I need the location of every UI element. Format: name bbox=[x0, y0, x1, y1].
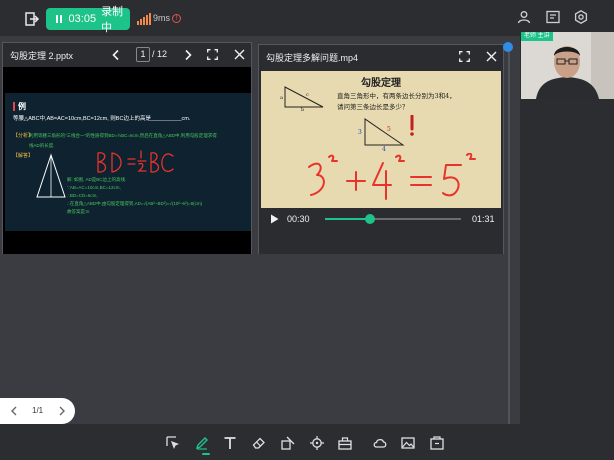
slide-question: 等腰△ABC中,AB=AC=10cm,BC=12cm, 则BC边上的高是____… bbox=[13, 116, 191, 122]
cloud-disk-icon[interactable] bbox=[373, 436, 387, 450]
progress-fill bbox=[325, 218, 370, 220]
recording-label: 录制中 bbox=[101, 6, 124, 34]
fullscreen-icon[interactable] bbox=[207, 49, 218, 60]
handwriting-annotation bbox=[97, 150, 174, 173]
user-icon[interactable] bbox=[517, 10, 531, 24]
recording-time: 03:05 bbox=[68, 13, 97, 25]
triangle-figure-abc: a b c bbox=[280, 86, 324, 111]
solution-line-5: 故答案是:8. bbox=[67, 209, 91, 214]
ppt-window[interactable]: 勾股定理 2.pptx 1 / 12 例 等腰△ABC中,AB=AC=10cm,… bbox=[2, 42, 252, 254]
video-controls: 00:30 01:31 bbox=[259, 208, 503, 230]
recording-indicator[interactable]: 03:05 录制中 bbox=[46, 6, 130, 34]
camera-feed bbox=[521, 32, 614, 99]
message-icon[interactable] bbox=[546, 10, 560, 24]
close-icon[interactable] bbox=[234, 49, 245, 60]
label-3: 3 bbox=[358, 129, 362, 136]
tool-bar bbox=[0, 424, 614, 460]
top-bar: 03:05 录制中 9ms ! bbox=[0, 0, 614, 36]
analysis-line-2: 线AD的长度. bbox=[29, 143, 55, 148]
board-pager: 1/1 bbox=[0, 398, 75, 424]
close-icon[interactable] bbox=[486, 51, 497, 62]
frame-line-2: 请问第三条边长是多少？ bbox=[337, 103, 409, 111]
label-a: a bbox=[280, 95, 283, 101]
next-page-icon[interactable] bbox=[183, 49, 193, 61]
fullscreen-icon[interactable] bbox=[459, 51, 470, 62]
label-5: 5 bbox=[387, 126, 391, 133]
settings-icon[interactable] bbox=[574, 10, 588, 24]
solution-line-4: ∴在直角△ABD中,由勾股定理得到,AD=√(AB²−BD²)=√(10²−6²… bbox=[67, 201, 203, 206]
active-tool-indicator bbox=[202, 453, 210, 455]
pen-tool-icon[interactable] bbox=[195, 436, 209, 450]
eraser-tool-icon[interactable] bbox=[252, 436, 266, 450]
shape-tool-icon[interactable] bbox=[281, 436, 295, 450]
video-frame: 勾股定理 直角三角形中，有两条边长分别为3和4， 请问第三条边长是多少？ a b… bbox=[261, 71, 501, 208]
select-tool-icon[interactable] bbox=[166, 436, 180, 450]
heading-marker bbox=[13, 102, 15, 111]
solution-line-1: 解: 如图, AD是BC边上的高线. bbox=[67, 177, 127, 182]
toolbox-icon[interactable] bbox=[338, 436, 352, 450]
analysis-line-1: 利用等腰三角形的“三线合一”的性质得到BD=½BC=6cm,然后在直角△ABD中… bbox=[29, 133, 217, 138]
solution-line-3: ∴BD=CD=6cm, bbox=[67, 193, 98, 198]
label-4: 4 bbox=[382, 146, 386, 151]
warning-icon: ! bbox=[172, 14, 181, 23]
prev-page-icon[interactable] bbox=[111, 49, 121, 61]
triangle-figure-345: 3 4 5 bbox=[358, 118, 405, 151]
page-number-input[interactable]: 1 bbox=[136, 47, 150, 62]
pause-icon bbox=[54, 13, 65, 25]
progress-bar[interactable] bbox=[325, 218, 461, 220]
solution-tag: 【解答】 bbox=[13, 153, 34, 159]
ppt-title: 勾股定理 2.pptx bbox=[10, 51, 74, 61]
play-icon[interactable] bbox=[270, 214, 279, 224]
divider-handle[interactable] bbox=[503, 42, 513, 52]
video-title: 勾股定理多解问题.mp4 bbox=[266, 53, 359, 63]
camera-label: 老师 主讲 bbox=[521, 32, 553, 41]
board-page-text: 1/1 bbox=[32, 406, 44, 415]
image-icon[interactable] bbox=[401, 436, 415, 450]
frame-line-1: 直角三角形中，有两条边长分别为3和4， bbox=[337, 92, 456, 100]
latency-text: 9ms bbox=[153, 13, 171, 23]
duration-time: 01:31 bbox=[472, 214, 495, 224]
label-c: c bbox=[306, 92, 309, 98]
side-panel bbox=[520, 100, 614, 424]
page-total: / 12 bbox=[152, 49, 168, 59]
exclamation-mark bbox=[410, 115, 414, 136]
laser-pointer-icon[interactable] bbox=[310, 436, 324, 450]
text-tool-icon[interactable] bbox=[223, 436, 237, 450]
triangle-figure bbox=[36, 153, 66, 198]
video-window[interactable]: 勾股定理多解问题.mp4 勾股定理 直角三角形中，有两条边长分别为3和4， 请问… bbox=[258, 44, 504, 254]
slide-content: 例 等腰△ABC中,AB=AC=10cm,BC=12cm, 则BC边上的高是__… bbox=[5, 93, 251, 231]
courseware-icon[interactable] bbox=[430, 436, 444, 450]
exit-icon[interactable] bbox=[24, 11, 40, 27]
slide-heading: 例 bbox=[18, 102, 26, 111]
current-time: 00:30 bbox=[287, 214, 310, 224]
next-board-icon[interactable] bbox=[58, 406, 66, 416]
solution-line-2: ∵AB=AC=10cm,BC=12cm, bbox=[67, 185, 121, 190]
teacher-camera[interactable]: 老师 主讲 bbox=[521, 32, 614, 99]
signal-bars-icon bbox=[137, 13, 151, 25]
label-b: b bbox=[301, 107, 304, 111]
prev-board-icon[interactable] bbox=[10, 406, 18, 416]
progress-handle[interactable] bbox=[364, 214, 375, 224]
video-window-header[interactable]: 勾股定理多解问题.mp4 bbox=[259, 45, 503, 69]
handwriting-equation bbox=[308, 153, 476, 200]
ppt-window-header[interactable]: 勾股定理 2.pptx 1 / 12 bbox=[3, 43, 251, 67]
divider-track bbox=[508, 48, 510, 424]
